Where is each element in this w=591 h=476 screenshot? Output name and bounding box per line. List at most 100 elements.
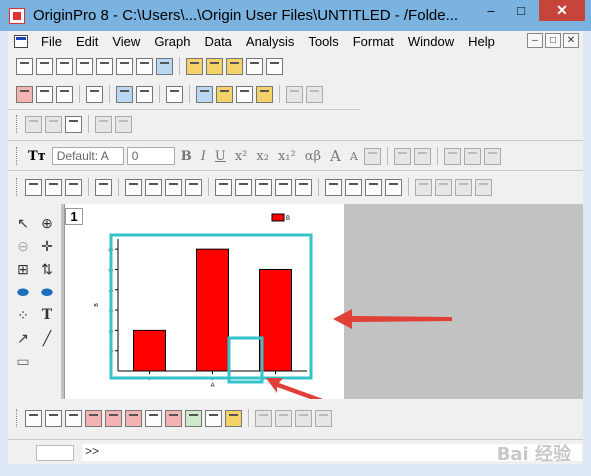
increase-font-button[interactable]: A (327, 147, 344, 165)
greek-button[interactable]: αβ (302, 149, 324, 164)
gear-icon[interactable] (256, 85, 273, 103)
data-reader-icon[interactable]: ⊞ (13, 260, 33, 278)
save-template-icon[interactable] (266, 57, 283, 75)
tool-disabled-icon[interactable] (435, 178, 452, 196)
add-right-y-icon[interactable] (165, 178, 182, 196)
disabled-3d-icon[interactable] (315, 409, 332, 427)
screen-reader-icon[interactable]: ✛ (37, 237, 57, 255)
bar-plot-icon[interactable] (105, 409, 122, 427)
menu-data[interactable]: Data (197, 34, 238, 49)
open-excel-icon[interactable] (226, 57, 243, 75)
menu-format[interactable]: Format (346, 34, 401, 49)
rescale-icon[interactable] (95, 178, 112, 196)
script-window-icon[interactable] (216, 85, 233, 103)
zoom-tool-icon[interactable]: ⊕ (37, 214, 57, 232)
add-inset-icon[interactable] (185, 178, 202, 196)
text-tool-icon[interactable]: T (37, 306, 57, 324)
decrease-font-button[interactable]: A (347, 150, 361, 163)
column-plot-icon[interactable] (85, 409, 102, 427)
whole-page-icon[interactable] (65, 178, 82, 196)
supersubscript-button[interactable]: x₁² (275, 149, 299, 164)
results-log-icon[interactable] (196, 85, 213, 103)
fill-color-icon[interactable] (443, 147, 461, 165)
pie-chart-icon[interactable] (205, 409, 222, 427)
disabled-3d-icon[interactable] (275, 409, 292, 427)
axis-cross-icon[interactable] (295, 178, 312, 196)
save-project-icon[interactable] (246, 57, 263, 75)
tool-disabled-icon[interactable] (455, 178, 472, 196)
film-icon[interactable] (345, 178, 362, 196)
column-style-icon[interactable] (393, 147, 411, 165)
new-project-icon[interactable] (16, 57, 33, 75)
menu-view[interactable]: View (105, 34, 147, 49)
new-excel-icon[interactable] (56, 57, 73, 75)
area-plot-icon[interactable] (185, 409, 202, 427)
new-matrix-icon[interactable] (96, 57, 113, 75)
import-ascii-icon[interactable] (16, 85, 33, 103)
timer-icon[interactable] (365, 178, 382, 196)
menu-file[interactable]: File (34, 34, 69, 49)
copy-icon[interactable] (45, 115, 62, 133)
bar[interactable] (196, 248, 229, 372)
mdi-minimize-button[interactable]: – (527, 33, 543, 48)
pattern-icon[interactable] (483, 147, 501, 165)
draw-data-icon[interactable]: ⁘ (13, 306, 33, 324)
zoom-in-page-icon[interactable] (25, 178, 42, 196)
code-builder-icon[interactable] (236, 85, 253, 103)
rectangle-tool-icon[interactable]: ▭ (13, 352, 33, 370)
font-name-select[interactable]: Default: A (51, 147, 124, 165)
menu-help[interactable]: Help (461, 34, 502, 49)
cut-icon[interactable] (25, 115, 42, 133)
plot-3d-icon[interactable] (145, 409, 162, 427)
statistics-plot-icon[interactable] (165, 409, 182, 427)
bold-button[interactable]: B (178, 149, 195, 164)
axis-top-icon[interactable] (235, 178, 252, 196)
italic-button[interactable]: I (198, 149, 209, 164)
axis-full-icon[interactable] (275, 178, 292, 196)
command-history-box[interactable] (36, 445, 74, 461)
refresh-icon[interactable] (136, 85, 153, 103)
underline-button[interactable]: U (212, 149, 229, 164)
print-icon[interactable] (86, 85, 103, 103)
graph-page[interactable]: B 10 20 30 40 50 60 1 2 3 A B (64, 204, 344, 399)
import-multiple-ascii-icon[interactable] (36, 85, 53, 103)
mdi-restore-button[interactable]: □ (545, 33, 561, 48)
new-function-icon[interactable] (116, 57, 133, 75)
menu-tools[interactable]: Tools (301, 34, 345, 49)
scatter-plot-icon[interactable] (45, 409, 62, 427)
line-tool-icon[interactable]: ╱ (37, 329, 57, 347)
zoom-out-tool-icon[interactable]: ⊖ (13, 237, 33, 255)
add-bottom-x-icon[interactable] (145, 178, 162, 196)
menu-analysis[interactable]: Analysis (239, 34, 301, 49)
line-color-icon[interactable] (463, 147, 481, 165)
new-worksheet-icon[interactable] (36, 57, 53, 75)
data-selector-icon[interactable]: ⇅ (37, 260, 57, 278)
recalculate-icon[interactable] (306, 85, 323, 103)
document-icon[interactable] (14, 34, 28, 48)
mask-range-icon[interactable]: ⬬ (37, 283, 57, 301)
font-color-icon[interactable] (413, 147, 431, 165)
minimize-button[interactable]: – (477, 0, 505, 21)
duplicate-icon[interactable] (116, 85, 133, 103)
menu-graph[interactable]: Graph (147, 34, 197, 49)
axis-bottom-icon[interactable] (215, 178, 232, 196)
menu-edit[interactable]: Edit (69, 34, 105, 49)
bar[interactable] (133, 329, 166, 372)
line-plot-icon[interactable] (25, 409, 42, 427)
legend[interactable] (271, 213, 285, 222)
paste-link-icon[interactable] (115, 115, 132, 133)
add-layer-icon[interactable] (125, 178, 142, 196)
axis-box-icon[interactable] (255, 178, 272, 196)
import-wizard-icon[interactable] (56, 85, 73, 103)
pointer-tool-icon[interactable]: ↖ (13, 214, 33, 232)
font-size-select[interactable]: 0 (126, 147, 175, 165)
new-layout-icon[interactable] (136, 57, 153, 75)
table-icon[interactable] (385, 178, 402, 196)
mask-points-icon[interactable]: ⬬ (13, 283, 33, 301)
subscript-button[interactable]: x₂ (253, 149, 272, 164)
arrow-tool-icon[interactable]: ↗ (13, 329, 33, 347)
align-left-icon[interactable] (363, 147, 381, 165)
mdi-close-button[interactable]: ✕ (563, 33, 579, 48)
new-notes-icon[interactable] (156, 57, 173, 75)
superscript-button[interactable]: x² (232, 149, 251, 164)
